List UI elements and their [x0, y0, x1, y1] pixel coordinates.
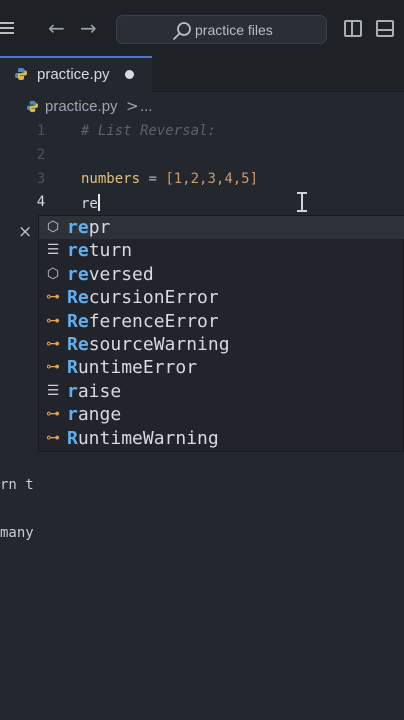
suggestion-label: RuntimeError	[67, 357, 198, 379]
suggestion-item[interactable]: ⬡ reversed	[39, 263, 404, 286]
line-number: 2	[36, 147, 46, 163]
keyword-icon: ☰	[46, 382, 60, 399]
suggestion-label: return	[67, 240, 133, 262]
toggle-sidebar-icon[interactable]	[344, 20, 362, 37]
suggestion-label: ResourceWarning	[67, 334, 230, 355]
class-icon: ⊶	[46, 289, 60, 306]
code-line-assignment[interactable]: numbers = [1,2,3,4,5]	[81, 171, 258, 187]
suggestion-label: RecursionError	[67, 287, 219, 309]
peek-text: many	[0, 525, 34, 541]
suggestion-item[interactable]: ☰ raise	[39, 380, 404, 403]
suggestion-item[interactable]: ⊶ range	[39, 403, 404, 426]
method-icon: ⬡	[46, 265, 60, 282]
tab-bar: practice.py	[0, 56, 404, 92]
title-bar: ← → practice files	[0, 0, 404, 56]
close-icon[interactable]: ×	[18, 222, 32, 242]
suggestion-label: RuntimeWarning	[67, 427, 219, 449]
forward-arrow-icon[interactable]: →	[80, 16, 97, 40]
suggestion-item[interactable]: ⬡ repr	[39, 216, 404, 240]
toggle-panel-icon[interactable]	[376, 20, 394, 37]
suggestion-item[interactable]: ☰ return	[39, 239, 404, 262]
suggestion-label: raise	[67, 380, 122, 402]
python-icon	[15, 68, 27, 80]
ibeam-cursor-icon	[296, 192, 308, 212]
line-number-active: 4	[36, 194, 46, 210]
code-line-current[interactable]: re	[81, 194, 100, 212]
breadcrumb: practice.py > ...	[0, 95, 404, 119]
chevron-right-icon: >	[126, 97, 139, 115]
menu-icon[interactable]	[0, 22, 14, 36]
class-icon: ⊶	[46, 359, 60, 376]
suggestion-label: repr	[67, 217, 111, 238]
line-number: 1	[36, 123, 46, 139]
search-placeholder: practice files	[195, 22, 273, 38]
autocomplete-suggestions: ⬡ repr ☰ return ⬡ reversed ⊶ RecursionEr…	[38, 215, 404, 452]
suggestion-item[interactable]: ⊶ ResourceWarning	[39, 333, 404, 356]
suggestion-item[interactable]: ⊶ RuntimeWarning	[39, 427, 404, 450]
command-center-search[interactable]: practice files	[116, 15, 327, 44]
suggestion-label: reversed	[67, 263, 154, 285]
breadcrumb-symbols[interactable]: ...	[140, 98, 153, 115]
list-literal: [1,2,3,4,5]	[165, 171, 259, 187]
unsaved-dot-icon[interactable]	[125, 70, 134, 79]
peek-text: rn t	[0, 477, 34, 493]
line-number: 3	[36, 171, 46, 187]
assign-operator: =	[140, 171, 166, 187]
search-icon	[173, 22, 191, 40]
class-icon: ⊶	[46, 406, 60, 423]
tab-label: practice.py	[37, 66, 110, 83]
python-icon	[26, 100, 39, 113]
suggestion-item[interactable]: ⊶ RecursionError	[39, 286, 404, 309]
tab-practice-py[interactable]: practice.py	[0, 56, 152, 92]
suggestion-label: range	[67, 404, 122, 426]
class-icon: ⊶	[46, 336, 60, 352]
class-icon: ⊶	[46, 429, 60, 446]
variable-numbers: numbers	[81, 171, 141, 187]
typed-text: re	[81, 196, 98, 212]
method-icon: ⬡	[46, 219, 60, 235]
keyword-icon: ☰	[46, 242, 60, 259]
suggestion-item[interactable]: ⊶ RuntimeError	[39, 356, 404, 379]
class-icon: ⊶	[46, 312, 60, 329]
back-arrow-icon[interactable]: ←	[48, 16, 65, 40]
suggestion-label: ReferenceError	[67, 310, 219, 332]
breadcrumb-file[interactable]: practice.py	[45, 98, 118, 115]
text-cursor	[97, 194, 100, 211]
code-line-comment[interactable]: # List Reversal:	[81, 123, 216, 139]
suggestion-item[interactable]: ⊶ ReferenceError	[39, 310, 404, 333]
